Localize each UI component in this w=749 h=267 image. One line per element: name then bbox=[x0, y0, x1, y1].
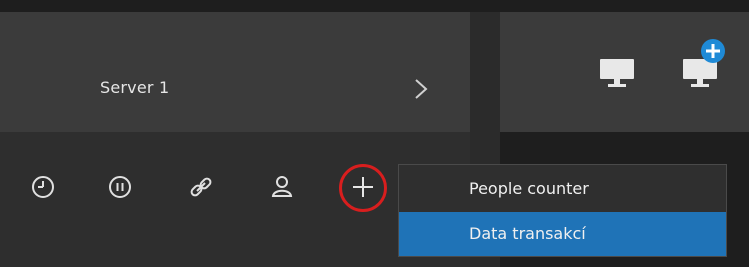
pause-icon[interactable] bbox=[105, 172, 135, 202]
menu-item-data-transakci[interactable]: Data transakcí bbox=[399, 212, 726, 256]
menu-item-label: People counter bbox=[469, 179, 589, 198]
menu-item-people-counter[interactable]: People counter bbox=[399, 167, 726, 211]
chevron-right-icon[interactable] bbox=[410, 76, 432, 102]
user-icon[interactable] bbox=[267, 172, 297, 202]
link-icon[interactable] bbox=[186, 172, 216, 202]
plus-icon[interactable] bbox=[348, 172, 378, 202]
monitor-icon[interactable] bbox=[598, 57, 636, 89]
server-panel[interactable]: Server 1 bbox=[0, 12, 470, 132]
add-monitor-icon[interactable] bbox=[680, 37, 728, 89]
server-label: Server 1 bbox=[100, 78, 170, 97]
add-dropdown-menu: People counter Data transakcí bbox=[398, 164, 727, 257]
monitor-actions-panel bbox=[500, 12, 749, 132]
clock-icon[interactable] bbox=[28, 172, 58, 202]
menu-item-label: Data transakcí bbox=[469, 224, 586, 243]
